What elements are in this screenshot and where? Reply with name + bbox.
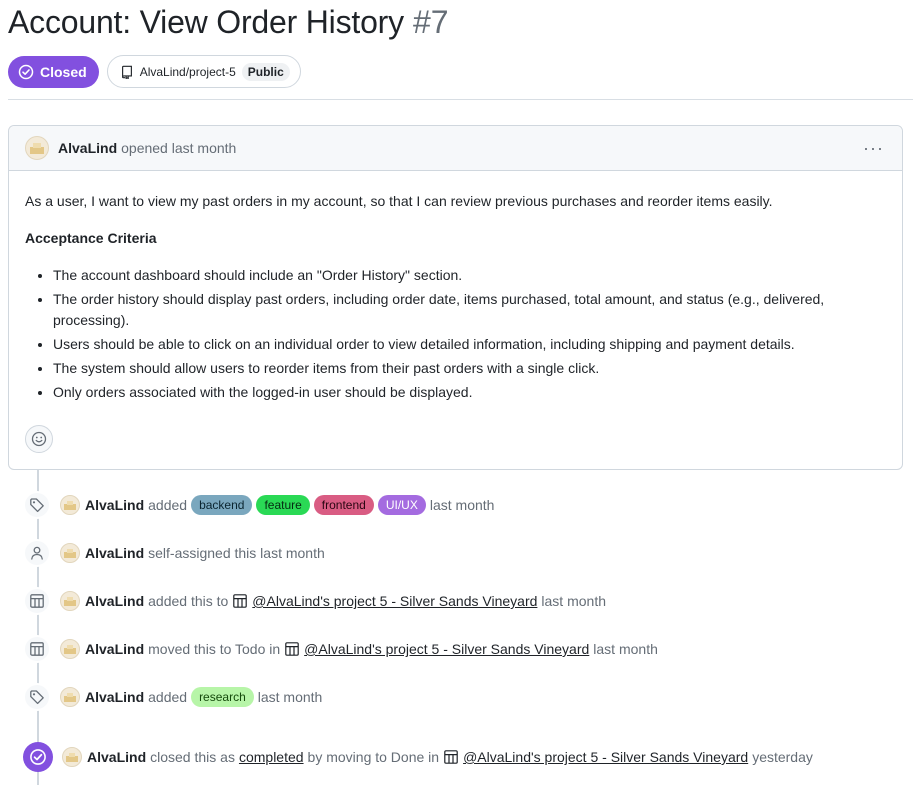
header-divider — [8, 99, 913, 100]
comment-body: As a user, I want to view my past orders… — [9, 171, 902, 403]
project-icon — [233, 594, 248, 608]
project-link[interactable]: @AlvaLind's project 5 - Silver Sands Vin… — [443, 749, 748, 765]
list-item: The system should allow users to reorder… — [53, 358, 886, 379]
avatar[interactable] — [60, 543, 80, 563]
project-link[interactable]: @AlvaLind's project 5 - Silver Sands Vin… — [284, 641, 589, 657]
project-name[interactable]: @AlvaLind's project 5 - Silver Sands Vin… — [304, 641, 589, 657]
issue-number: #7 — [412, 4, 449, 40]
avatar[interactable] — [25, 136, 49, 160]
repo-icon — [121, 65, 132, 79]
event-action: added — [148, 497, 188, 513]
timeline-event-closed: AlvaLind closed this as completed by mov… — [23, 742, 813, 772]
avatar[interactable] — [60, 591, 80, 611]
event-author[interactable]: AlvaLind — [85, 593, 144, 609]
event-action: moved this to Todo in — [148, 641, 281, 657]
avatar[interactable] — [62, 747, 82, 767]
list-item: Only orders associated with the logged-i… — [53, 382, 886, 403]
criteria-heading: Acceptance Criteria — [25, 230, 157, 246]
event-author[interactable]: AlvaLind — [87, 749, 146, 765]
label-backend[interactable]: backend — [191, 495, 253, 515]
repo-link[interactable]: AlvaLind/project-5 Public — [106, 55, 301, 88]
avatar[interactable] — [60, 495, 80, 515]
timeline-event-assigned: AlvaLind self-assigned this last month — [23, 538, 325, 568]
event-author[interactable]: AlvaLind — [85, 641, 144, 657]
event-author[interactable]: AlvaLind — [85, 689, 144, 705]
event-action-2: by moving to Done in — [307, 749, 440, 765]
avatar[interactable] — [60, 687, 80, 707]
criteria-list: The account dashboard should include an … — [25, 265, 886, 403]
completed-link[interactable]: completed — [239, 749, 304, 765]
event-time: last month — [429, 497, 495, 513]
label-research[interactable]: research — [191, 687, 254, 707]
issue-title-row: Account: View Order History #7 — [8, 4, 449, 48]
project-name[interactable]: @AlvaLind's project 5 - Silver Sands Vin… — [252, 593, 537, 609]
state-label: Closed — [40, 63, 87, 80]
event-author[interactable]: AlvaLind — [85, 497, 144, 513]
project-icon — [23, 587, 51, 615]
list-item: The order history should display past or… — [53, 289, 886, 331]
label-uiux[interactable]: UI/UX — [377, 495, 426, 515]
timeline-event-labeled: AlvaLind added research last month — [23, 682, 322, 712]
issue-meta: Closed AlvaLind/project-5 Public — [8, 55, 301, 88]
event-time: last month — [541, 593, 606, 609]
project-icon — [285, 642, 299, 656]
person-icon — [23, 539, 51, 567]
event-time: last month — [593, 641, 658, 657]
label-feature[interactable]: feature — [256, 495, 310, 515]
event-action: self-assigned this last month — [148, 545, 325, 561]
user-story: As a user, I want to view my past orders… — [25, 193, 773, 209]
timeline-event-project-moved: AlvaLind moved this to Todo in @AlvaLind… — [23, 634, 658, 664]
event-time: last month — [257, 689, 323, 705]
event-action: added this to — [148, 593, 229, 609]
label-frontend[interactable]: frontend — [313, 495, 374, 515]
event-action: added — [148, 689, 188, 705]
issue-title: Account: View Order History — [8, 4, 404, 40]
project-link[interactable]: @AlvaLind's project 5 - Silver Sands Vin… — [232, 593, 537, 609]
project-icon — [444, 750, 458, 764]
comment-menu-button[interactable]: ··· — [859, 137, 888, 159]
add-reaction-button[interactable] — [25, 425, 53, 453]
avatar[interactable] — [60, 639, 80, 659]
comment-header: AlvaLind opened last month ··· — [9, 126, 902, 171]
state-badge: Closed — [8, 55, 99, 88]
project-name[interactable]: @AlvaLind's project 5 - Silver Sands Vin… — [463, 749, 748, 765]
comment-opened-time: opened last month — [121, 140, 237, 156]
smiley-icon — [31, 431, 47, 447]
tag-icon — [23, 491, 51, 519]
list-item: Users should be able to click on an indi… — [53, 334, 886, 355]
timeline-event-labeled: AlvaLind added backend feature frontend … — [23, 490, 494, 520]
issue-body-comment: AlvaLind opened last month ··· As a user… — [8, 125, 903, 470]
event-action: closed this as — [150, 749, 235, 765]
repo-name: AlvaLind/project-5 — [139, 64, 236, 79]
visibility-badge: Public — [241, 62, 290, 81]
project-icon — [23, 635, 51, 663]
closed-check-icon — [18, 64, 34, 79]
closed-check-icon — [23, 742, 53, 772]
event-time: yesterday — [752, 749, 813, 765]
list-item: The account dashboard should include an … — [53, 265, 886, 286]
comment-author[interactable]: AlvaLind — [58, 140, 117, 156]
event-author[interactable]: AlvaLind — [85, 545, 144, 561]
timeline-event-project-added: AlvaLind added this to @AlvaLind's proje… — [23, 586, 606, 616]
tag-icon — [23, 683, 51, 711]
